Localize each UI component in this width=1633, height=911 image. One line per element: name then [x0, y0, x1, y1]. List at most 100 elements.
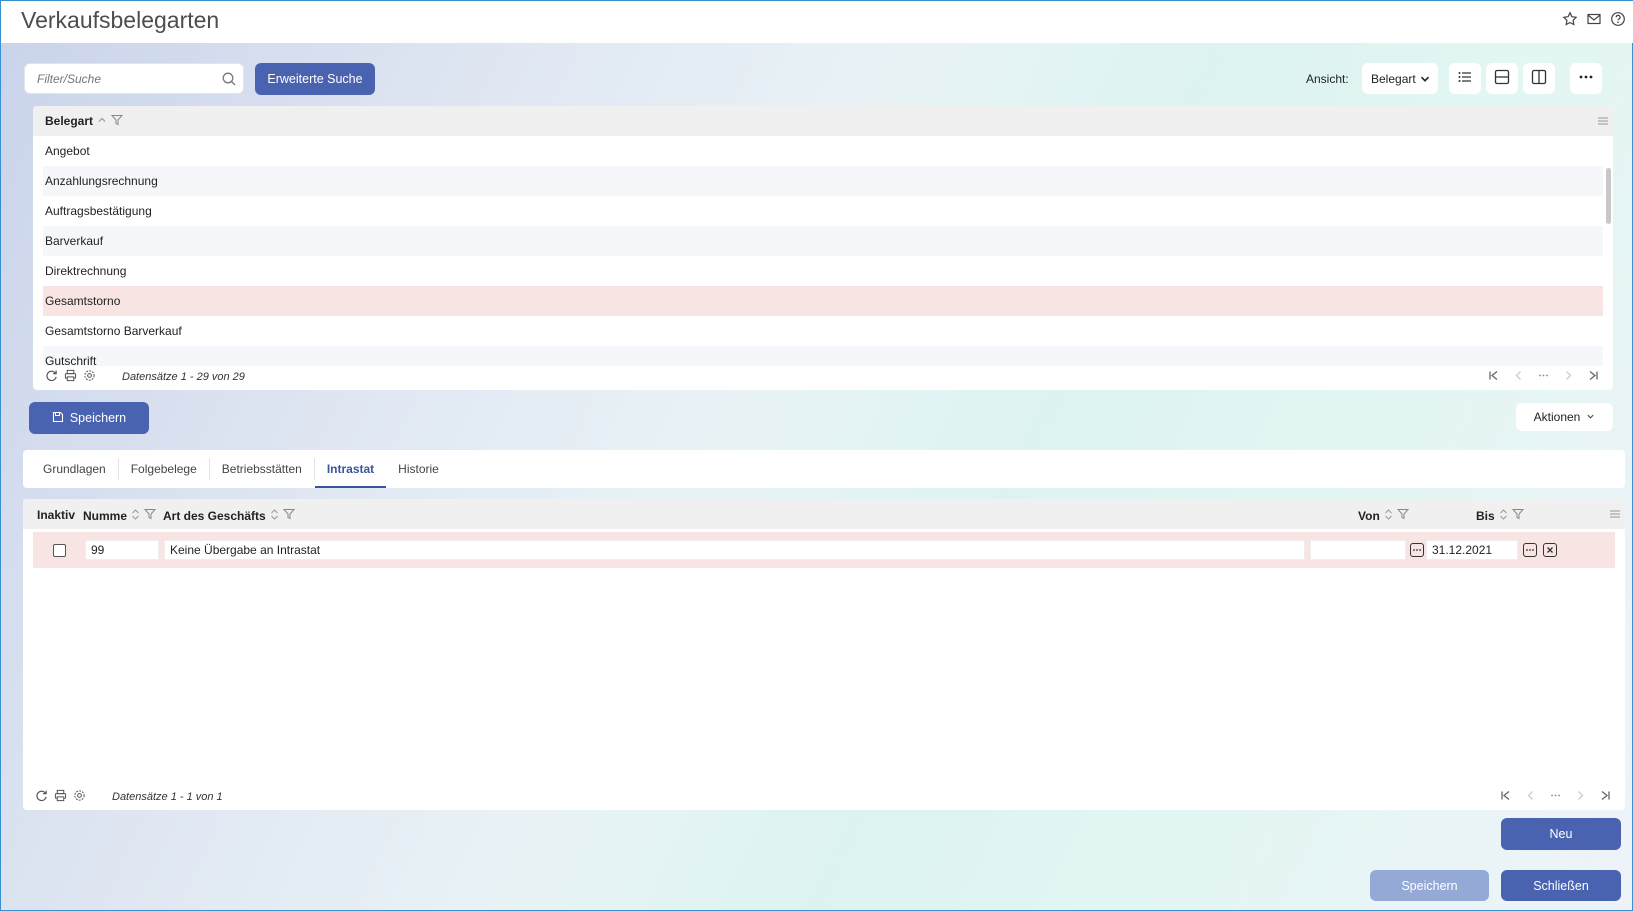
filter-icon[interactable] [110, 114, 124, 129]
save-button-disabled[interactable]: Speichern [1370, 870, 1489, 901]
row-label: Gesamtstorno Barverkauf [45, 324, 182, 338]
table-row[interactable]: Anzahlungsrechnung [43, 166, 1603, 196]
horizontal-split-button[interactable] [1486, 63, 1518, 94]
page-title: Verkaufsbelegarten [21, 7, 220, 33]
actions-dropdown[interactable]: Aktionen [1516, 403, 1613, 431]
more-pages-icon[interactable] [1550, 790, 1561, 804]
last-page-icon[interactable] [1600, 790, 1611, 804]
next-page-icon[interactable] [1575, 790, 1586, 804]
help-icon[interactable] [1610, 11, 1626, 27]
grid-rows: Angebot Anzahlungsrechnung Auftragsbestä… [33, 136, 1613, 366]
refresh-icon[interactable] [45, 369, 58, 385]
table-row[interactable]: Gesamtstorno Barverkauf [43, 316, 1603, 346]
title-bar: Verkaufsbelegarten [1, 1, 1633, 43]
save-button[interactable]: Speichern [29, 402, 149, 434]
prev-page-icon[interactable] [1525, 790, 1536, 804]
inaktiv-checkbox[interactable] [53, 544, 66, 557]
close-button[interactable]: Schließen [1501, 870, 1621, 901]
tab-intrastat[interactable]: Intrastat [314, 458, 387, 488]
pager [1488, 370, 1599, 384]
filter-icon[interactable] [143, 508, 157, 523]
art-field[interactable]: Keine Übergabe an Intrastat [164, 540, 1305, 560]
clear-icon[interactable] [1543, 543, 1557, 557]
scrollbar[interactable] [1606, 168, 1611, 224]
header-label: Inaktiv [37, 508, 76, 522]
filter-icon[interactable] [282, 508, 295, 523]
table-row[interactable]: Angebot [43, 136, 1603, 166]
settings-icon[interactable] [73, 789, 86, 805]
tab-folgebelege[interactable]: Folgebelege [119, 458, 210, 480]
header-label: Numme [83, 508, 128, 523]
search-field[interactable] [24, 63, 244, 94]
more-icon [1578, 69, 1594, 88]
date-picker-icon[interactable] [1523, 543, 1537, 557]
table-row[interactable]: Direktrechnung [43, 256, 1603, 286]
view-select[interactable]: Belegart [1362, 63, 1438, 94]
star-icon[interactable] [1562, 11, 1578, 27]
filter-icon[interactable] [1511, 508, 1524, 523]
refresh-icon[interactable] [35, 789, 48, 805]
list-view-button[interactable] [1449, 63, 1481, 94]
settings-icon[interactable] [83, 369, 96, 385]
mail-icon[interactable] [1586, 11, 1602, 27]
chevron-down-icon [1420, 73, 1430, 87]
tab-historie[interactable]: Historie [386, 458, 451, 480]
grid-footer: Datensätze 1 - 29 von 29 [33, 364, 1613, 390]
column-header-inaktiv[interactable]: Inaktiv [37, 508, 75, 522]
column-menu-icon[interactable] [1597, 115, 1609, 130]
more-pages-icon[interactable] [1538, 370, 1549, 384]
table-row[interactable]: Barverkauf [43, 226, 1603, 256]
list-icon [1457, 69, 1473, 88]
sort-icon[interactable] [1499, 508, 1508, 523]
vertical-split-button[interactable] [1523, 63, 1555, 94]
row-label: Gesamtstorno [45, 294, 121, 308]
row-label: Angebot [45, 144, 90, 158]
save-label: Speichern [69, 411, 127, 425]
sort-icon[interactable] [131, 508, 140, 523]
search-icon[interactable] [221, 71, 237, 90]
first-page-icon[interactable] [1488, 370, 1499, 384]
tab-grundlagen[interactable]: Grundlagen [31, 458, 119, 480]
row-label: Direktrechnung [45, 264, 127, 278]
column-header-belegart[interactable]: Belegart [45, 114, 93, 128]
date-picker-icon[interactable] [1410, 543, 1424, 557]
sort-icon[interactable] [270, 508, 279, 523]
column-header-bis[interactable]: Bis [1476, 508, 1524, 523]
column-menu-icon[interactable] [1609, 508, 1621, 523]
table-row[interactable]: Auftragsbestätigung [43, 196, 1603, 226]
split-horizontal-icon [1494, 69, 1510, 88]
table-row-selected[interactable]: 99 Keine Übergabe an Intrastat 31.12.202… [33, 532, 1615, 568]
actions-label: Aktionen [1533, 410, 1581, 424]
chevron-down-icon [1586, 410, 1595, 424]
print-icon[interactable] [54, 789, 67, 805]
save-icon [52, 411, 64, 426]
nummer-field[interactable]: 99 [85, 540, 159, 560]
split-vertical-icon [1531, 69, 1547, 88]
sort-icon[interactable] [1384, 508, 1393, 523]
grid-header: Belegart [33, 106, 1613, 136]
tab-betriebsstaetten[interactable]: Betriebsstätten [210, 458, 315, 480]
table-row-selected[interactable]: Gesamtstorno [43, 286, 1603, 316]
new-button[interactable]: Neu [1501, 818, 1621, 850]
von-date-field[interactable] [1310, 540, 1406, 560]
last-page-icon[interactable] [1588, 370, 1599, 384]
next-page-icon[interactable] [1563, 370, 1574, 384]
header-label: Art des Geschäfts [163, 508, 266, 523]
sort-up-icon[interactable] [97, 114, 107, 128]
bis-date-field[interactable]: 31.12.2021 [1426, 540, 1518, 560]
column-header-art[interactable]: Art des Geschäfts [163, 508, 295, 523]
first-page-icon[interactable] [1500, 790, 1511, 804]
row-label: Anzahlungsrechnung [45, 174, 158, 188]
print-icon[interactable] [64, 369, 77, 385]
more-options-button[interactable] [1570, 63, 1602, 94]
column-header-von[interactable]: Von [1358, 508, 1409, 523]
header-label: Von [1358, 508, 1380, 523]
column-header-nummer[interactable]: Numme [83, 508, 157, 523]
view-label: Ansicht: [1306, 72, 1349, 86]
table-row[interactable]: Gutschrift [43, 346, 1603, 366]
prev-page-icon[interactable] [1513, 370, 1524, 384]
advanced-search-button[interactable]: Erweiterte Suche [255, 63, 375, 95]
view-select-value: Belegart [1371, 71, 1416, 86]
search-input[interactable] [37, 72, 207, 86]
filter-icon[interactable] [1396, 508, 1409, 523]
